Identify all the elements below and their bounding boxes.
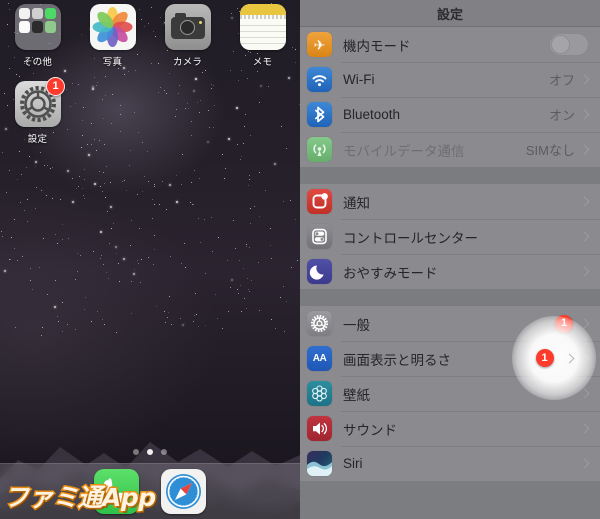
settings-row-general[interactable]: 一般 1	[300, 306, 600, 341]
app-label: カメラ	[172, 57, 203, 68]
page-dot-2[interactable]	[147, 449, 153, 455]
row-label: 通知	[343, 195, 370, 211]
row-label: Siri	[343, 456, 363, 471]
settings-row-airplane-mode[interactable]: ✈ 機内モード	[300, 27, 600, 62]
chevron-right-icon	[579, 423, 590, 434]
settings-row-siri[interactable]: Siri	[300, 446, 600, 481]
row-value: オン	[548, 108, 575, 123]
cellular-icon	[307, 137, 332, 162]
settings-row-do-not-disturb[interactable]: おやすみモード	[300, 254, 600, 289]
settings-group-notifications: 通知 コントロールセンター おやすみモード	[300, 184, 600, 289]
gear-glyph	[310, 314, 329, 333]
chevron-right-icon	[579, 353, 590, 364]
app-写真[interactable]: 写真	[75, 4, 150, 68]
group-separator	[300, 289, 600, 306]
page-dot-1[interactable]	[133, 449, 139, 455]
control-center-icon	[307, 224, 332, 249]
notification-square-glyph	[312, 193, 328, 209]
site-watermark: ファミ通App	[3, 482, 158, 514]
app-メモ[interactable]: メモ	[225, 4, 300, 68]
siri-icon	[307, 451, 332, 476]
row-label: 画面表示と明るさ	[343, 352, 451, 368]
row-label: 一般	[343, 317, 370, 333]
folder-icon[interactable]	[14, 4, 61, 50]
settings-row-display-brightness[interactable]: AA 画面表示と明るさ	[300, 341, 600, 376]
antenna-glyph	[313, 144, 326, 156]
page-indicator-dots[interactable]	[0, 449, 300, 455]
settings-row-sounds[interactable]: サウンド	[300, 411, 600, 446]
bluetooth-icon	[307, 102, 332, 127]
sound-speaker-icon	[307, 416, 332, 441]
chevron-right-icon	[579, 458, 590, 469]
general-row-badge: 1	[555, 314, 573, 333]
row-value: オフ	[548, 73, 575, 88]
row-label: 壁紙	[343, 387, 370, 403]
settings-row-bluetooth[interactable]: Bluetooth オン	[300, 97, 600, 132]
row-label: コントロールセンター	[343, 230, 478, 246]
siri-waveform-glyph	[307, 461, 332, 476]
app-label: 設定	[27, 134, 48, 145]
app-row-2: 1 設定	[0, 77, 300, 145]
app-label: 写真	[102, 57, 123, 68]
compass-glyph	[166, 474, 201, 509]
general-gear-icon	[307, 311, 332, 336]
display-brightness-icon: AA	[307, 346, 332, 371]
flower-glyph	[312, 385, 327, 402]
moon-glyph	[309, 265, 324, 280]
settings-app-panel: 設定 ✈ 機内モード Wi-Fi オフ Bluetooth オン モバイルデータ…	[300, 0, 600, 519]
chevron-right-icon	[579, 318, 590, 329]
settings-app-badge: 1	[46, 77, 65, 96]
row-label: モバイルデータ通信	[343, 143, 465, 159]
settings-row-wifi[interactable]: Wi-Fi オフ	[300, 62, 600, 97]
do-not-disturb-moon-icon	[307, 259, 332, 284]
app-label: その他	[22, 57, 53, 68]
group-separator	[300, 167, 600, 184]
chevron-right-icon	[579, 388, 590, 399]
app-label: メモ	[252, 57, 273, 68]
sliders-glyph	[312, 228, 327, 245]
row-label: Wi-Fi	[343, 72, 375, 87]
wallpaper-icon	[307, 381, 332, 406]
app-その他[interactable]: その他	[0, 4, 75, 68]
airplane-icon: ✈	[307, 32, 332, 57]
screenshot-root: その他 写真 カメラ メモ 1 設定 ファミ通App 設定 ✈ 機内モード Wi…	[0, 0, 600, 519]
settings-group-connectivity: ✈ 機内モード Wi-Fi オフ Bluetooth オン モバイルデータ通信 …	[300, 27, 600, 167]
chevron-right-icon	[579, 196, 590, 207]
photos-icon[interactable]	[89, 4, 136, 50]
notes-icon[interactable]	[239, 4, 286, 50]
chevron-right-icon	[579, 231, 590, 242]
iphone-home-screen: その他 写真 カメラ メモ 1 設定 ファミ通App	[0, 0, 300, 519]
speaker-glyph	[313, 422, 328, 435]
settings-navigation-bar: 設定	[300, 0, 600, 27]
row-label: サウンド	[343, 422, 397, 438]
airplane-mode-toggle[interactable]	[549, 33, 589, 56]
settings-row-cellular[interactable]: モバイルデータ通信 SIMなし	[300, 132, 600, 167]
camera-icon[interactable]	[164, 4, 211, 50]
settings-group-general: 一般 1 AA 画面表示と明るさ 壁紙 サウンド Siri	[300, 306, 600, 481]
chevron-right-icon	[579, 144, 590, 155]
settings-row-control-center[interactable]: コントロールセンター	[300, 219, 600, 254]
app-icon-grid: その他 写真 カメラ メモ 1 設定	[0, 4, 300, 145]
settings-row-notifications[interactable]: 通知	[300, 184, 600, 219]
safari-compass-icon[interactable]	[161, 469, 206, 514]
notifications-icon	[307, 189, 332, 214]
wifi-glyph	[312, 75, 327, 87]
chevron-right-icon	[579, 109, 590, 120]
app-設定[interactable]: 1 設定	[0, 77, 75, 145]
app-row-1: その他 写真 カメラ メモ	[0, 4, 300, 68]
row-label: おやすみモード	[343, 265, 438, 281]
settings-row-wallpaper[interactable]: 壁紙	[300, 376, 600, 411]
bluetooth-glyph	[314, 106, 325, 123]
wifi-icon	[307, 67, 332, 92]
row-value: SIMなし	[525, 143, 575, 158]
row-label: 機内モード	[343, 38, 411, 54]
chevron-right-icon	[579, 74, 590, 85]
row-label: Bluetooth	[343, 107, 401, 122]
chevron-right-icon	[579, 266, 590, 277]
page-title: 設定	[436, 6, 463, 22]
page-dot-3[interactable]	[161, 449, 167, 455]
app-カメラ[interactable]: カメラ	[150, 4, 225, 68]
